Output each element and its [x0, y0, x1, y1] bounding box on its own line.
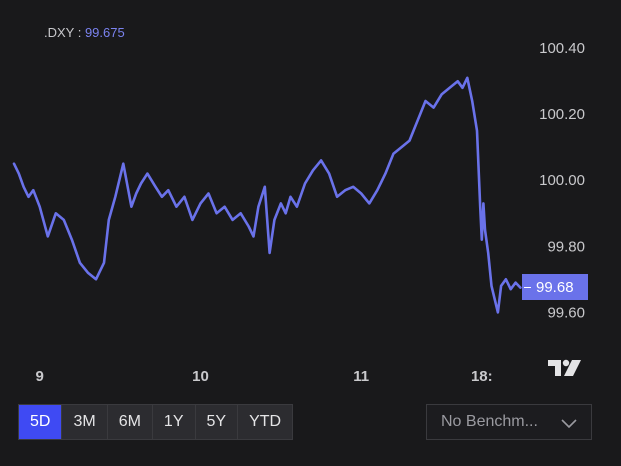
range-button-5d[interactable]: 5D: [19, 405, 63, 439]
price-tag-marker: [524, 286, 531, 288]
price-chart[interactable]: 100.40 100.20 100.00 99.80 99.60 9 10 11 18:: [0, 0, 621, 395]
x-tick-label: 9: [36, 368, 44, 385]
ticker-separator: :: [74, 25, 85, 40]
benchmark-label: No Benchm...: [441, 413, 538, 430]
range-button-6m[interactable]: 6M: [107, 405, 153, 439]
x-axis: 9 10 11 18:: [36, 368, 493, 385]
range-button-5y[interactable]: 5Y: [195, 405, 239, 439]
x-tick-label: 18:: [471, 368, 493, 385]
x-tick-label: 11: [353, 368, 369, 385]
range-button-ytd[interactable]: YTD: [238, 405, 293, 439]
range-selector: 5D 3M 6M 1Y 5Y YTD: [18, 404, 294, 440]
chart-area[interactable]: 100.40 100.20 100.00 99.80 99.60 9 10 11 18:: [0, 0, 621, 395]
x-tick-label: 10: [192, 368, 209, 385]
chevron-down-icon: [561, 416, 577, 434]
y-tick-label: 100.00: [539, 172, 585, 189]
ticker-symbol: .DXY: [44, 25, 75, 40]
y-tick-label: 100.20: [539, 106, 585, 123]
tradingview-logo-icon[interactable]: [548, 356, 582, 383]
y-tick-label: 99.80: [547, 238, 585, 255]
series-line: [12, 76, 522, 314]
ticker-value: 99.675: [84, 25, 125, 40]
last-price-tag: 99.68: [522, 274, 588, 300]
range-button-3m[interactable]: 3M: [62, 405, 108, 439]
y-tick-label: 99.60: [547, 304, 585, 321]
y-tick-label: 100.40: [539, 40, 585, 57]
last-price-value: 99.68: [536, 278, 574, 296]
ticker-readout: .DXY : 99.675: [44, 25, 125, 40]
series-group: [12, 76, 522, 314]
benchmark-select[interactable]: No Benchm...: [426, 404, 592, 440]
range-button-1y[interactable]: 1Y: [152, 405, 196, 439]
